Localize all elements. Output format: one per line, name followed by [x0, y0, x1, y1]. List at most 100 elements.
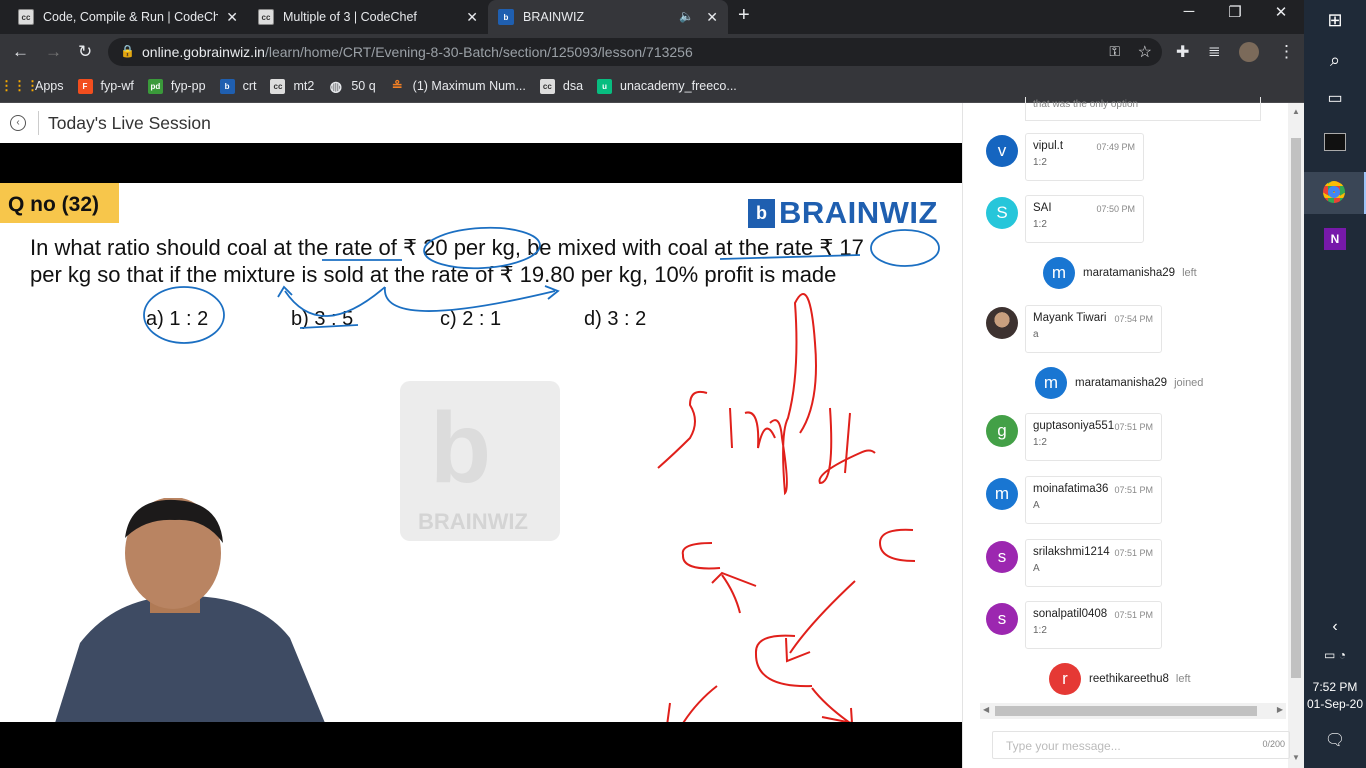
notification-icon[interactable]: 🗨 [1304, 730, 1366, 750]
task-view-icon[interactable]: ▭ [1304, 88, 1366, 108]
onenote-icon[interactable]: N [1304, 228, 1366, 250]
key-icon[interactable]: ⚿ [1109, 43, 1120, 60]
url-text[interactable]: online.gobrainwiz.in/learn/home/CRT/Even… [142, 44, 693, 60]
ink-word-simplify [657, 293, 876, 496]
chat-panel: that was the only option v vipul.t 07:49 P… [962, 97, 1304, 768]
tab-codechef-multiple[interactable]: cc Multiple of 3 | CodeChef ✕ [248, 0, 488, 34]
forward-icon[interactable]: → [45, 42, 62, 62]
close-tab-icon[interactable]: ✕ [706, 9, 718, 26]
minimize-button[interactable]: ─ [1166, 3, 1212, 20]
underline-coal [719, 254, 861, 260]
tab-title: Code, Compile & Run | CodeChef [43, 10, 218, 24]
system-message: m maratamanisha29 joined [1035, 367, 1203, 399]
clock-date[interactable]: 01-Sep-20 [1304, 697, 1366, 711]
avatar: g [986, 415, 1018, 447]
address-bar[interactable]: 🔒 online.gobrainwiz.in/learn/home/CRT/Ev… [108, 38, 1162, 66]
bookmark-50q[interactable]: ◍ 50 q [328, 77, 376, 94]
system-message-status: left [1182, 267, 1197, 279]
chat-message-input[interactable]: Type your message... 0/200 [992, 731, 1290, 759]
message-bubble: guptasoniya551 07:51 PM 1:2 [1025, 413, 1162, 461]
annotation-layer [143, 226, 940, 722]
tab-brainwiz[interactable]: b BRAINWIZ 🔈 ✕ [488, 0, 728, 34]
ink-arrow-down-left [666, 685, 718, 722]
ink-bracket-right [878, 528, 916, 562]
session-header: ‹ Today's Live Session [0, 103, 962, 143]
new-tab-button[interactable]: + [738, 4, 750, 27]
message-bubble: sonalpatil0408 07:51 PM 1:2 [1025, 601, 1162, 649]
chat-horizontal-scrollbar[interactable]: ◀ ▶ [980, 703, 1286, 719]
ink-bracket-left [681, 542, 721, 570]
bookmark-mt2[interactable]: cc mt2 [270, 78, 314, 94]
codechef-icon: cc [270, 78, 286, 94]
chrome-icon[interactable] [1304, 172, 1366, 214]
message-time: 07:50 PM [1096, 204, 1135, 214]
bookmark-dsa[interactable]: cc dsa [539, 78, 583, 94]
extensions-icon[interactable]: ✚ [1176, 42, 1189, 62]
apps-grid-icon: ⋮⋮⋮ [0, 78, 39, 93]
search-icon[interactable]: ⌕ [1304, 50, 1366, 71]
bookmark-apps[interactable]: ⋮⋮⋮ Apps [0, 78, 64, 94]
brainwiz-icon: b [498, 9, 514, 25]
restore-button[interactable]: ❐ [1212, 3, 1258, 21]
close-window-button[interactable]: ✕ [1258, 3, 1304, 21]
message-bubble: vipul.t 07:49 PM 1:2 [1025, 133, 1144, 181]
lock-icon[interactable]: 🔒 [120, 44, 135, 58]
profile-avatar[interactable] [1239, 42, 1259, 62]
bookmark-crt[interactable]: b crt [219, 78, 256, 94]
message-bubble: moinafatima36 07:51 PM A [1025, 476, 1162, 524]
close-tab-icon[interactable]: ✕ [466, 9, 478, 26]
message-text: A [1033, 500, 1040, 511]
avatar [986, 307, 1018, 339]
tab-strip: cc Code, Compile & Run | CodeChef ✕ cc M… [0, 0, 1304, 34]
chevron-up-icon[interactable]: ‹ [1304, 618, 1366, 636]
lesson-slide: Q no (32) b BRAINWIZ In what ratio shoul… [0, 183, 962, 722]
bookmark-star-icon[interactable]: ☆ [1138, 42, 1152, 62]
avatar: m [986, 478, 1018, 510]
pdf-icon: pd [147, 78, 163, 94]
system-message-user: maratamanisha29 [1075, 377, 1168, 389]
circle-option-a [143, 286, 225, 344]
close-tab-icon[interactable]: ✕ [226, 9, 238, 26]
figma-icon: F [77, 78, 93, 94]
message-time: 07:51 PM [1114, 422, 1153, 432]
system-message-status: joined [1174, 377, 1204, 389]
codechef-icon: cc [258, 9, 274, 25]
menu-icon[interactable]: ⋮ [1278, 42, 1295, 62]
battery-icon[interactable]: ▭ ◔ [1304, 648, 1366, 662]
back-circle-icon[interactable]: ‹ [10, 115, 26, 131]
windows-start-icon[interactable]: ⊞ [1304, 10, 1366, 31]
message-text: 1:2 [1033, 437, 1047, 448]
clock-time[interactable]: 7:52 PM [1304, 680, 1366, 694]
back-icon[interactable]: ← [12, 42, 29, 62]
session-title: Today's Live Session [48, 113, 211, 133]
ink-arrow-down-right [811, 687, 853, 722]
globe-icon: ◍ [329, 77, 342, 94]
terminal-icon[interactable] [1304, 133, 1366, 156]
scrollbar-thumb[interactable] [1291, 138, 1301, 678]
ink-bracket-center [754, 634, 813, 688]
bookmark-fyp-wf[interactable]: Ffyp-wf [77, 78, 134, 94]
bookmark-unacademy[interactable]: u unacademy_freeco... [597, 78, 737, 94]
chat-vertical-scrollbar[interactable]: ▲ ▼ [1288, 103, 1304, 768]
message-text: 1:2 [1033, 157, 1047, 168]
media-control-icon[interactable]: ≣ [1208, 42, 1221, 60]
message-bubble: Mayank Tiwari 07:54 PM a [1025, 305, 1162, 353]
system-message-status: left [1175, 673, 1191, 685]
partial-message: that was the only option [1025, 97, 1261, 121]
message-text: 1:2 [1033, 219, 1047, 230]
unacademy-icon: u [597, 78, 613, 94]
arrow-left [277, 285, 386, 317]
message-text: a [1033, 329, 1039, 340]
avatar: S [986, 197, 1018, 229]
windows-taskbar: ⊞ ⌕ ▭ N ‹ ▭ ◔ 7:52 PM 01-Sep-20 🗨 [1304, 0, 1366, 768]
message-bubble: SAI 07:50 PM 1:2 [1025, 195, 1144, 243]
stackoverflow-icon: ≗ [391, 78, 403, 93]
tab-title: Multiple of 3 | CodeChef [283, 10, 417, 24]
bookmark-fyp-pp[interactable]: pd fyp-pp [147, 78, 206, 94]
scrollbar-thumb[interactable] [995, 706, 1257, 716]
tab-codechef-compile[interactable]: cc Code, Compile & Run | CodeChef ✕ [8, 0, 248, 34]
audio-playing-icon[interactable]: 🔈 [679, 9, 694, 23]
bookmark-maximum-num[interactable]: ≗ (1) Maximum Num... [390, 78, 526, 94]
reload-icon[interactable]: ↻ [78, 42, 92, 62]
message-time: 07:51 PM [1114, 548, 1153, 558]
